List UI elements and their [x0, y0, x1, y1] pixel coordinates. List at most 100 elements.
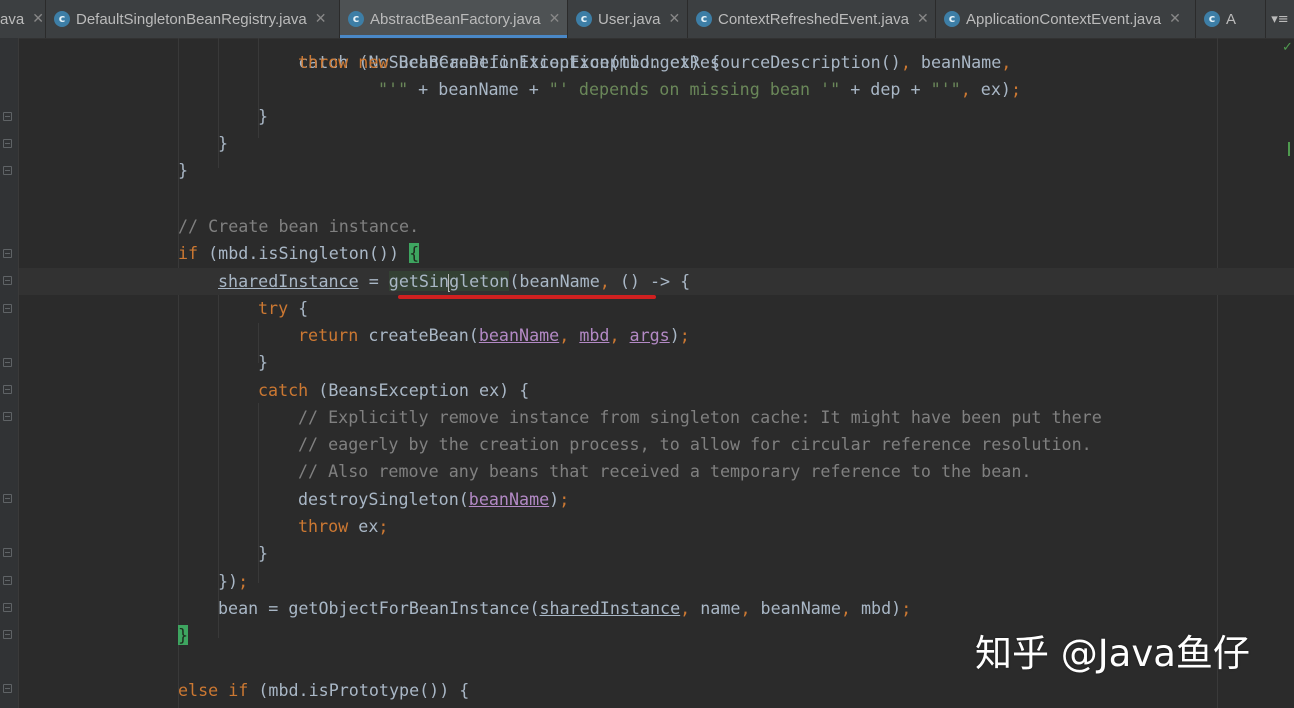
code-token: ;	[378, 516, 389, 536]
tab-label: ContextRefreshedEvent.java	[718, 10, 909, 28]
fold-marker-icon[interactable]	[3, 304, 12, 313]
scrollbar-change-marker[interactable]	[1288, 142, 1290, 156]
code-line: }	[178, 622, 189, 649]
fold-marker-icon[interactable]	[3, 630, 12, 639]
code-token: beanName	[750, 598, 841, 618]
java-class-icon: c	[696, 11, 712, 27]
tab-label: A	[1226, 10, 1237, 28]
code-token: ,	[740, 598, 751, 618]
code-token: }	[258, 352, 269, 372]
tab-application-context-event[interactable]: c ApplicationContextEvent.java ✕	[936, 0, 1196, 38]
fold-marker-icon[interactable]	[3, 112, 12, 121]
code-line: "'" + beanName + "' depends on missing b…	[378, 76, 1021, 103]
close-icon[interactable]: ✕	[32, 11, 44, 27]
code-line: }	[258, 349, 268, 376]
code-token: ,	[1001, 52, 1012, 72]
tab-partial-a[interactable]: c A	[1196, 0, 1266, 38]
code-token: + dep +	[840, 79, 931, 99]
fold-marker-icon[interactable]	[3, 358, 12, 367]
code-token: (mbd.isSingleton())	[198, 243, 410, 263]
java-class-icon: c	[54, 11, 70, 27]
tab-partial-java[interactable]: ava ✕	[0, 0, 46, 38]
editor-tab-bar: ava ✕ c DefaultSingletonBeanRegistry.jav…	[0, 0, 1294, 39]
code-comment: // Explicitly remove instance from singl…	[298, 407, 1102, 427]
tab-context-refreshed-event[interactable]: c ContextRefreshedEvent.java ✕	[688, 0, 936, 38]
code-token: () -> {	[609, 271, 691, 291]
code-token: ,	[599, 271, 610, 291]
close-icon[interactable]: ✕	[917, 11, 929, 27]
code-line: catch (BeansException ex) {	[258, 377, 529, 404]
fold-marker-icon[interactable]	[3, 385, 12, 394]
java-class-icon: c	[576, 11, 592, 27]
code-token: throw	[298, 52, 349, 72]
code-line: }	[258, 540, 268, 567]
code-line: destroySingleton(beanName);	[298, 486, 569, 513]
code-editor[interactable]: catch (NoSuchBeanDefinitionException ex)…	[19, 38, 1294, 708]
tab-label: ava	[0, 10, 25, 28]
code-line: });	[218, 568, 248, 595]
code-token: sharedInstance	[539, 598, 681, 618]
code-line: }	[218, 130, 228, 157]
code-line: }	[178, 157, 188, 184]
close-icon[interactable]: ✕	[669, 11, 681, 27]
code-token: )	[669, 325, 680, 345]
fold-marker-icon[interactable]	[3, 139, 12, 148]
code-line: sharedInstance = getSingleton(beanName, …	[218, 268, 690, 295]
close-icon[interactable]: ✕	[315, 11, 327, 27]
fold-marker-icon[interactable]	[3, 412, 12, 421]
code-comment: // eagerly by the creation process, to a…	[298, 434, 1092, 454]
code-token: )	[549, 489, 560, 509]
code-token: ,	[900, 52, 911, 72]
code-comment: // Create bean instance.	[178, 216, 420, 236]
code-token: {	[288, 298, 309, 318]
code-line: bean = getObjectForBeanInstance(sharedIn…	[218, 595, 911, 622]
code-token: beanName	[910, 52, 1002, 72]
code-token: destroySingleton(	[298, 489, 469, 509]
code-token: BeanCreationException(mbd.getResourceDes…	[388, 52, 901, 72]
tab-list-icon: ▾≡	[1271, 11, 1289, 27]
code-token: name	[690, 598, 741, 618]
code-token: getSin	[388, 271, 450, 291]
code-line: throw ex;	[298, 513, 388, 540]
code-line: // Create bean instance.	[178, 213, 419, 240]
tab-abstract-bean-factory[interactable]: c AbstractBeanFactory.java ✕	[340, 0, 568, 38]
code-token: (beanName	[509, 271, 600, 291]
fold-marker-icon[interactable]	[3, 548, 12, 557]
code-token: gleton	[449, 271, 510, 291]
tab-label: ApplicationContextEvent.java	[966, 10, 1162, 28]
code-token: beanName	[468, 489, 550, 509]
code-token: ex	[348, 516, 379, 536]
tab-label: User.java	[598, 10, 661, 28]
code-token: ;	[679, 325, 690, 345]
fold-marker-icon[interactable]	[3, 603, 12, 612]
fold-marker-icon[interactable]	[3, 166, 12, 175]
fold-marker-icon[interactable]	[3, 494, 12, 503]
fold-marker-icon[interactable]	[3, 684, 12, 693]
java-class-icon: c	[348, 11, 364, 27]
fold-marker-icon[interactable]	[3, 276, 12, 285]
tab-default-singleton-bean-registry[interactable]: c DefaultSingletonBeanRegistry.java ✕	[46, 0, 340, 38]
fold-marker-icon[interactable]	[3, 576, 12, 585]
fold-marker-icon[interactable]	[3, 249, 12, 258]
tab-list-menu-button[interactable]: ▾≡	[1265, 0, 1294, 38]
tab-user[interactable]: c User.java ✕	[568, 0, 688, 38]
scrollbar-check-icon[interactable]: ✓	[1282, 40, 1293, 55]
tab-label: DefaultSingletonBeanRegistry.java	[76, 10, 307, 28]
close-icon[interactable]: ✕	[1169, 11, 1181, 27]
code-token: throw	[298, 516, 349, 536]
java-class-icon: c	[1204, 11, 1220, 27]
code-line: try {	[258, 295, 308, 322]
matched-brace: }	[178, 625, 189, 645]
code-token: else if	[178, 680, 249, 700]
code-token: ,	[559, 325, 570, 345]
close-icon[interactable]: ✕	[549, 11, 561, 27]
code-token: "' depends on missing bean '"	[548, 79, 841, 99]
code-line: return createBean(beanName, mbd, args);	[298, 322, 690, 349]
watermark-text: 知乎 @Java鱼仔	[975, 632, 1250, 675]
editor-gutter	[0, 38, 19, 708]
code-token: ,	[960, 79, 971, 99]
tab-label: AbstractBeanFactory.java	[370, 10, 541, 28]
code-line: }	[258, 103, 268, 130]
